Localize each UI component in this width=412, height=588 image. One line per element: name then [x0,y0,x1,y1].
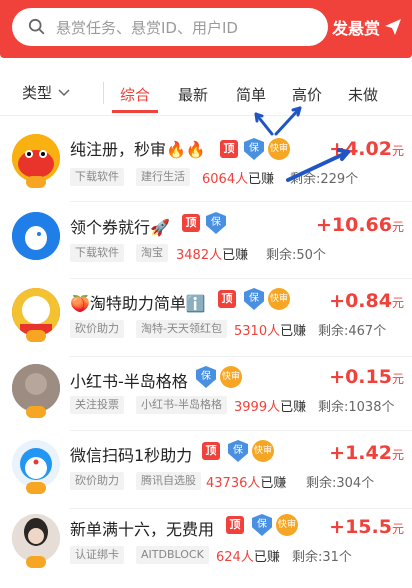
avatar-level-badge [26,482,46,494]
task-title: 纯注册，秒审🔥🔥 [70,140,206,159]
avatar-level-badge [26,330,46,342]
remaining-count: 剩余:1038个 [318,400,395,415]
task-item[interactable]: 🍑淘特助力简单ℹ️ 顶 保 快审 砍价助力 淘特-天天领红包 5310人已赚 剩… [0,280,412,360]
task-tag: 砍价助力 [70,472,124,490]
doraemon-avatar-icon [12,440,60,488]
task-tag: 下载软件 [70,168,124,186]
reward-amount: +15.5元 [329,516,404,538]
task-title: 微信扫码1秒助力 [70,446,193,465]
search-placeholder: 悬赏任务、悬赏ID、用户ID [56,18,238,37]
guarantee-shield-icon: 保 [244,288,264,310]
type-dropdown[interactable]: 类型 [22,82,70,103]
avatar [12,364,60,412]
task-tag: 腾讯自选股 [136,472,201,490]
cartoon-avatar-icon [12,134,60,182]
row-divider [70,430,412,431]
task-tag: 下载软件 [70,244,124,262]
task-tag: 关注投票 [70,396,124,414]
avatar [12,212,60,260]
arrow-to-reward-icon [286,150,350,182]
chevron-down-icon [58,88,70,96]
earned-count: 3999人已赚 [234,400,307,415]
reward-amount: +1.42元 [329,442,404,464]
guarantee-shield-icon: 保 [252,514,272,536]
arrow-to-high-price-icon [274,106,302,136]
remaining-count: 剩余:31个 [292,550,352,565]
task-tag: AITDBLOCK [136,546,209,564]
fast-review-icon: 快审 [268,288,290,310]
publish-bounty-button[interactable]: 发悬赏 [332,14,408,40]
reward-amount: +0.15元 [329,366,404,388]
remaining-count: 剩余:304个 [306,476,375,491]
avatar [12,288,60,336]
task-tag: 建行生活 [136,168,190,186]
tab-comprehensive[interactable]: 综合 [120,84,150,105]
publish-bounty-label: 发悬赏 [332,19,381,38]
top-badge: 顶 [220,140,238,158]
task-item[interactable]: 微信扫码1秒助力 顶 保 快审 砍价助力 腾讯自选股 43736人已赚 剩余:3… [0,432,412,512]
annotation-arrows [254,106,350,182]
reward-amount: +0.84元 [329,290,404,312]
task-title: 小红书-半岛格格 [70,372,188,391]
task-title: 🍑淘特助力简单ℹ️ [70,294,206,313]
guarantee-shield-icon: 保 [196,366,216,388]
avatar-level-badge [26,556,46,568]
fast-review-icon: 快审 [220,366,242,388]
row-divider [70,278,412,279]
avatar-level-badge [26,406,46,418]
guarantee-shield-icon: 保 [228,440,248,462]
remaining-count: 剩余:50个 [266,248,326,263]
bird-logo-icon [12,212,60,260]
active-tab-indicator [112,110,158,113]
task-item[interactable]: 领个券就行🚀 顶 保 下载软件 淘宝 3482人已赚 剩余:50个 +10.66… [0,202,412,282]
earned-count: 5310人已赚 [234,324,307,339]
top-badge: 顶 [182,214,200,232]
search-icon [28,18,45,35]
remaining-count: 剩余:467个 [318,324,387,339]
avatar [12,134,60,182]
top-badge: 顶 [218,290,236,308]
task-item[interactable]: 小红书-半岛格格 保 快审 关注投票 小红书-半岛格格 3999人已赚 剩余:1… [0,358,412,438]
avatar [12,440,60,488]
header-bar: 悬赏任务、悬赏ID、用户ID 发悬赏 [0,0,412,58]
tab-newest[interactable]: 最新 [178,84,208,105]
fast-review-icon: 快审 [276,514,298,536]
earned-count: 43736人已赚 [206,476,287,491]
row-divider [70,356,412,357]
task-item[interactable]: 新单满十六，无费用 顶 保 快审 认证绑卡 AITDBLOCK 624人已赚 剩… [0,508,412,588]
earned-count: 3482人已赚 [176,248,249,263]
portrait-avatar-icon [12,514,60,562]
avatar-level-badge [26,176,46,188]
task-tag: 淘特-天天领红包 [136,320,227,338]
task-tag: 认证绑卡 [70,546,124,564]
top-badge: 顶 [226,516,244,534]
fast-review-icon: 快审 [252,440,274,462]
send-icon [385,19,402,35]
arrow-to-simple-icon [254,112,274,136]
top-badge: 顶 [202,442,220,460]
avatar [12,514,60,562]
blurred-avatar-icon [12,364,60,412]
earned-count: 624人已赚 [216,550,280,565]
search-input[interactable]: 悬赏任务、悬赏ID、用户ID [12,8,328,46]
task-title: 领个券就行🚀 [70,218,170,237]
type-dropdown-label: 类型 [22,84,53,102]
guarantee-shield-icon: 保 [206,212,226,234]
filter-divider [103,82,104,104]
task-title: 新单满十六，无费用 [70,520,215,539]
reward-amount: +10.66元 [315,214,404,236]
task-tag: 淘宝 [136,244,168,262]
cartoon-avatar-icon [12,288,60,336]
task-tag: 小红书-半岛格格 [136,396,227,414]
task-tag: 砍价助力 [70,320,124,338]
